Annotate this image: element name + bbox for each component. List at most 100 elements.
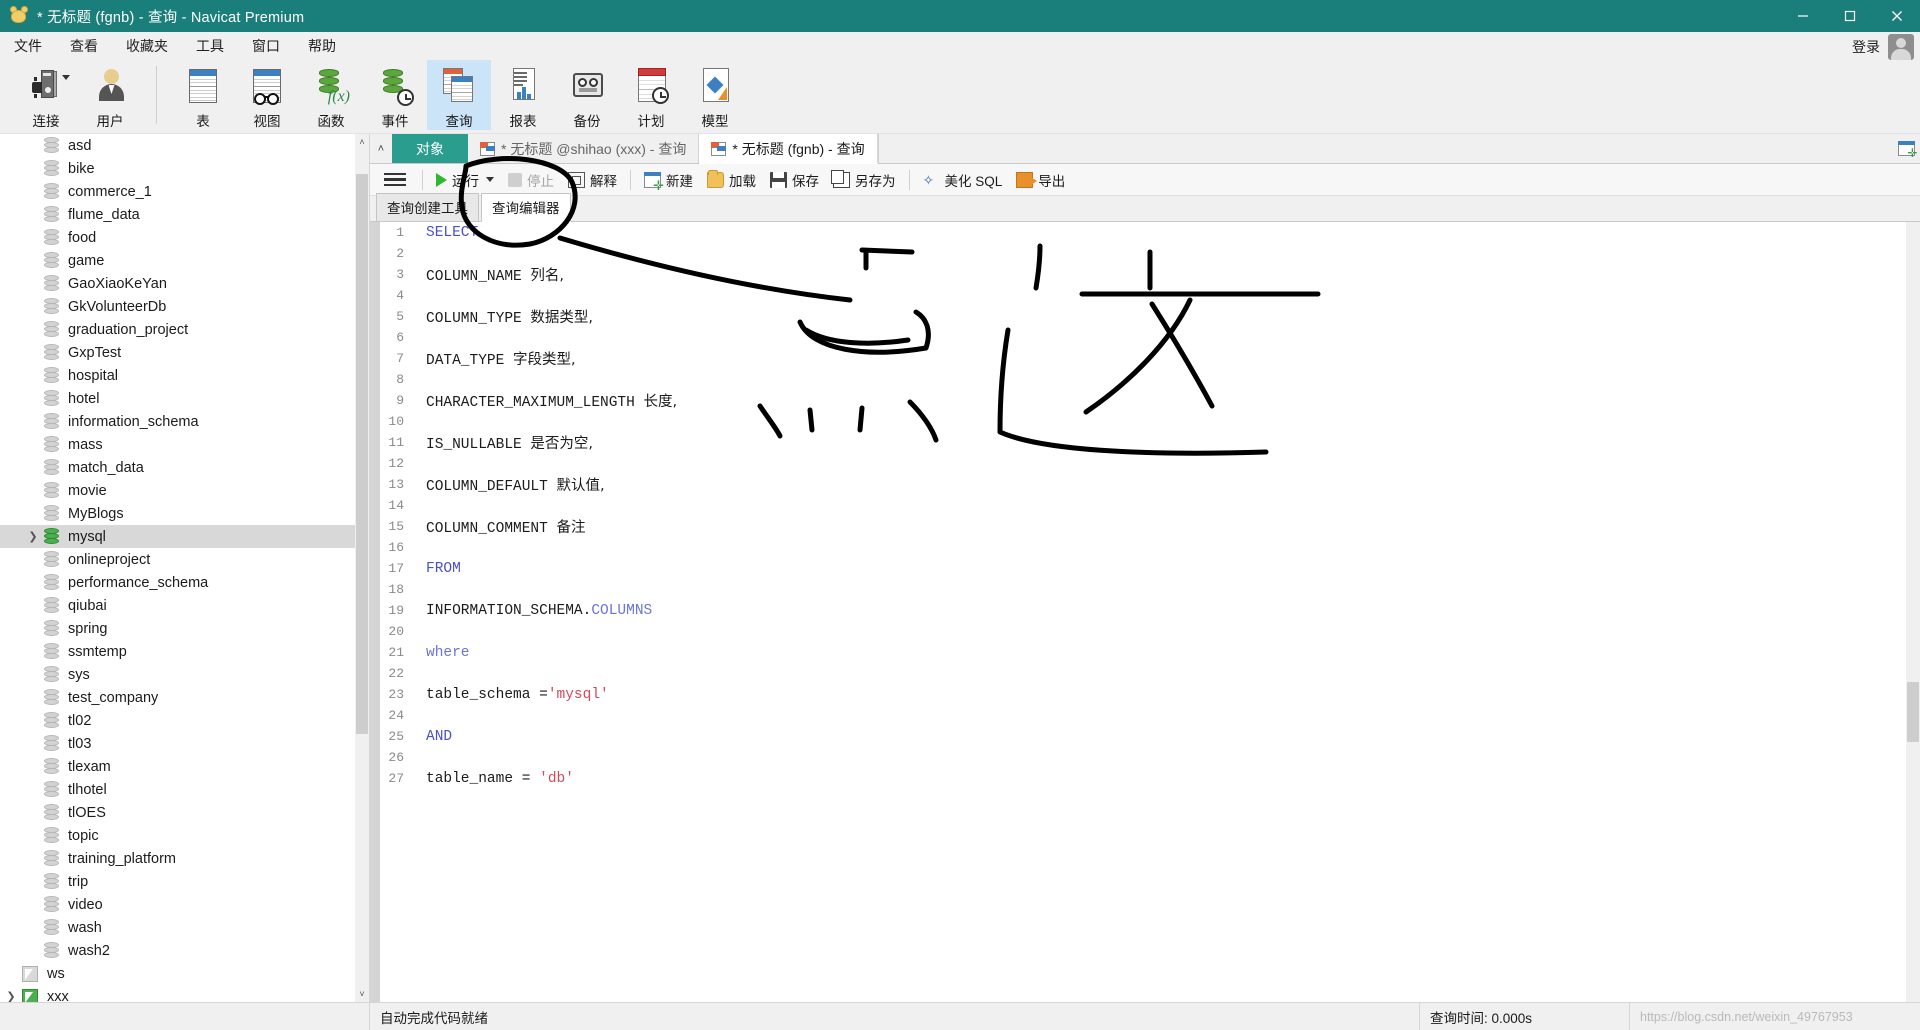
tree-item-match-data[interactable]: match_data xyxy=(0,456,355,479)
tree-item-training-platform[interactable]: training_platform xyxy=(0,847,355,870)
code-line[interactable]: 15 COLUMN_COMMENT 备注 xyxy=(370,516,1906,537)
tab-query-shihao[interactable]: * 无标题 @shihao (xxx) - 查询 xyxy=(468,134,700,163)
line-text[interactable]: where xyxy=(416,645,470,661)
tree-item-test-company[interactable]: test_company xyxy=(0,686,355,709)
editor-scrollbar[interactable] xyxy=(1906,222,1920,1002)
tree-item-ssmtemp[interactable]: ssmtemp xyxy=(0,640,355,663)
code-line[interactable]: 14 xyxy=(370,495,1906,516)
new-button[interactable]: ✛ 新建 xyxy=(637,167,700,193)
code-line[interactable]: 21 where xyxy=(370,642,1906,663)
toolbar-event[interactable]: 事件 xyxy=(363,60,427,130)
code-line[interactable]: 2 xyxy=(370,243,1906,264)
chevron-down-icon[interactable] xyxy=(62,75,70,80)
tree-item-performance-schema[interactable]: performance_schema xyxy=(0,571,355,594)
line-text[interactable]: COLUMN_NAME 列名, xyxy=(416,264,564,285)
tree-item-xxx[interactable]: ❯ xxx xyxy=(0,985,355,1002)
line-text[interactable]: COLUMN_COMMENT 备注 xyxy=(416,516,586,537)
line-text[interactable]: FROM xyxy=(416,561,461,577)
code-line[interactable]: 25 AND xyxy=(370,726,1906,747)
toolbar-user[interactable]: 用户 xyxy=(78,60,142,130)
code-line[interactable]: 26 xyxy=(370,747,1906,768)
sql-editor[interactable]: 1 SELECT 2 3 COLUMN_NAME 列名, 4 5 COLUMN_TYPE 数据… xyxy=(370,222,1906,1002)
menu-tools[interactable]: 工具 xyxy=(182,33,238,59)
menu-window[interactable]: 窗口 xyxy=(238,33,294,59)
export-button[interactable]: 导出 xyxy=(1009,167,1072,193)
line-text[interactable]: CHARACTER_MAXIMUM_LENGTH 长度, xyxy=(416,390,677,411)
code-line[interactable]: 20 xyxy=(370,621,1906,642)
scroll-up-icon[interactable]: ˄ xyxy=(355,134,369,150)
tree-item-spring[interactable]: spring xyxy=(0,617,355,640)
line-text[interactable]: INFORMATION_SCHEMA.COLUMNS xyxy=(416,603,652,619)
tree-item-gkvolunteerdb[interactable]: GkVolunteerDb xyxy=(0,295,355,318)
hamburger-menu-icon[interactable] xyxy=(384,171,406,189)
code-line[interactable]: 23 table_schema ='mysql' xyxy=(370,684,1906,705)
tree-item-hospital[interactable]: hospital xyxy=(0,364,355,387)
line-text[interactable]: COLUMN_DEFAULT 默认值, xyxy=(416,474,605,495)
chevron-down-icon[interactable] xyxy=(486,177,494,182)
database-tree[interactable]: asd bike commerce_1 flume_data food game GaoXi… xyxy=(0,134,355,1002)
close-button[interactable] xyxy=(1873,0,1920,32)
chevron-up-icon[interactable]: ˄ xyxy=(370,134,392,163)
code-line[interactable]: 3 COLUMN_NAME 列名, xyxy=(370,264,1906,285)
tree-item-movie[interactable]: movie xyxy=(0,479,355,502)
tree-item-onlineproject[interactable]: onlineproject xyxy=(0,548,355,571)
save-as-button[interactable]: 另存为 xyxy=(826,167,903,193)
line-text[interactable]: DATA_TYPE 字段类型, xyxy=(416,348,576,369)
run-button[interactable]: 运行 xyxy=(429,167,501,193)
code-line[interactable]: 12 xyxy=(370,453,1906,474)
line-text[interactable]: table_schema ='mysql' xyxy=(416,687,609,703)
toolbar-table[interactable]: 表 xyxy=(171,60,235,130)
avatar[interactable] xyxy=(1888,34,1914,60)
toolbar-connection[interactable]: 连接 xyxy=(14,60,78,130)
chevron-right-icon[interactable]: ❯ xyxy=(0,990,22,1002)
code-line[interactable]: 11 IS_NULLABLE 是否为空, xyxy=(370,432,1906,453)
tree-item-flume-data[interactable]: flume_data xyxy=(0,203,355,226)
tree-item-trip[interactable]: trip xyxy=(0,870,355,893)
tree-item-gaoxiaokeyan[interactable]: GaoXiaoKeYan xyxy=(0,272,355,295)
tree-item-bike[interactable]: bike xyxy=(0,157,355,180)
tree-item-tloes[interactable]: tlOES xyxy=(0,801,355,824)
tree-item-commerce-1[interactable]: commerce_1 xyxy=(0,180,355,203)
tree-item-video[interactable]: video xyxy=(0,893,355,916)
tab-objects[interactable]: 对象 xyxy=(392,134,468,163)
line-text[interactable]: SELECT xyxy=(416,225,478,241)
menu-file[interactable]: 文件 xyxy=(0,33,56,59)
toolbar-backup[interactable]: 备份 xyxy=(555,60,619,130)
tab-query-fgnb[interactable]: * 无标题 (fgnb) - 查询 xyxy=(699,134,878,164)
tree-item-tlhotel[interactable]: tlhotel xyxy=(0,778,355,801)
tree-item-mysql[interactable]: ❯ mysql xyxy=(0,525,355,548)
toolbar-schedule[interactable]: 计划 xyxy=(619,60,683,130)
code-line[interactable]: 17 FROM xyxy=(370,558,1906,579)
tree-item-wash2[interactable]: wash2 xyxy=(0,939,355,962)
code-line[interactable]: 5 COLUMN_TYPE 数据类型, xyxy=(370,306,1906,327)
tree-item-food[interactable]: food xyxy=(0,226,355,249)
toolbar-query[interactable]: 查询 xyxy=(427,60,491,130)
tree-item-sys[interactable]: sys xyxy=(0,663,355,686)
tree-item-information-schema[interactable]: information_schema xyxy=(0,410,355,433)
tab-query-builder[interactable]: 查询创建工具 xyxy=(376,193,479,221)
login-area[interactable]: 登录 xyxy=(1852,32,1914,62)
tree-item-hotel[interactable]: hotel xyxy=(0,387,355,410)
save-button[interactable]: 保存 xyxy=(763,167,826,193)
line-text[interactable]: IS_NULLABLE 是否为空, xyxy=(416,432,593,453)
tab-query-editor[interactable]: 查询编辑器 xyxy=(481,193,571,222)
new-query-tab-button[interactable]: ✛ xyxy=(1892,134,1920,163)
toolbar-report[interactable]: 报表 xyxy=(491,60,555,130)
chevron-right-icon[interactable]: ❯ xyxy=(22,530,44,543)
code-line[interactable]: 6 xyxy=(370,327,1906,348)
tree-item-tl02[interactable]: tl02 xyxy=(0,709,355,732)
editor-scroll-thumb[interactable] xyxy=(1907,682,1919,742)
code-line[interactable]: 22 xyxy=(370,663,1906,684)
tree-item-myblogs[interactable]: MyBlogs xyxy=(0,502,355,525)
code-line[interactable]: 18 xyxy=(370,579,1906,600)
menu-favorites[interactable]: 收藏夹 xyxy=(112,33,182,59)
tree-item-gxptest[interactable]: GxpTest xyxy=(0,341,355,364)
toolbar-function[interactable]: f(x) 函数 xyxy=(299,60,363,130)
tree-item-qiubai[interactable]: qiubai xyxy=(0,594,355,617)
code-line[interactable]: 8 xyxy=(370,369,1906,390)
code-line[interactable]: 10 xyxy=(370,411,1906,432)
line-text[interactable]: COLUMN_TYPE 数据类型, xyxy=(416,306,593,327)
sidebar-scroll-thumb[interactable] xyxy=(356,174,368,734)
sql-code-area[interactable]: 1 SELECT 2 3 COLUMN_NAME 列名, 4 5 COLUMN_TYPE 数据… xyxy=(370,222,1906,789)
load-button[interactable]: 加载 xyxy=(700,167,763,193)
